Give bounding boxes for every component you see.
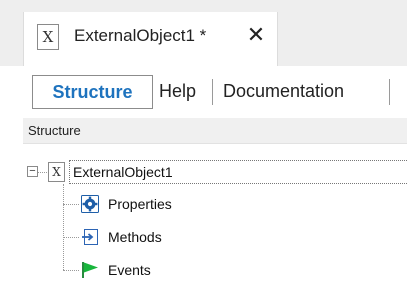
- tree-connector: [63, 270, 79, 271]
- properties-gear-icon: [81, 195, 99, 213]
- tree-node-label: Properties: [108, 196, 172, 212]
- structure-panel-header: Structure: [23, 118, 407, 144]
- external-object-icon: X: [37, 24, 59, 50]
- tree-node-label: Methods: [108, 229, 162, 245]
- tab-structure[interactable]: Structure: [32, 75, 153, 109]
- external-object-icon: X: [48, 162, 65, 182]
- tree-node-label: Events: [108, 262, 151, 278]
- document-tab-title: ExternalObject1 *: [74, 26, 207, 45]
- tab-separator: [212, 79, 213, 105]
- tree-node-externalobject1[interactable]: ExternalObject1: [69, 160, 407, 184]
- close-icon[interactable]: ✕: [244, 23, 268, 47]
- tab-documentation[interactable]: Documentation: [223, 75, 344, 109]
- tree-connector: [38, 172, 47, 173]
- document-tab[interactable]: X ExternalObject1 * ✕: [23, 12, 278, 66]
- document-tab-strip: X ExternalObject1 * ✕: [0, 0, 407, 66]
- tab-separator: [389, 79, 390, 105]
- tree-connector: [63, 237, 79, 238]
- tree-connector: [63, 204, 79, 205]
- tree-connector: [63, 184, 64, 270]
- editor-subtabs: Structure Help Documentation: [23, 66, 407, 118]
- tab-help[interactable]: Help: [159, 75, 196, 109]
- methods-icon: [82, 229, 98, 245]
- events-flag-icon: [82, 262, 98, 278]
- structure-tree: − X ExternalObject1 Properties Methods E…: [23, 144, 407, 290]
- collapse-toggle[interactable]: −: [27, 166, 38, 177]
